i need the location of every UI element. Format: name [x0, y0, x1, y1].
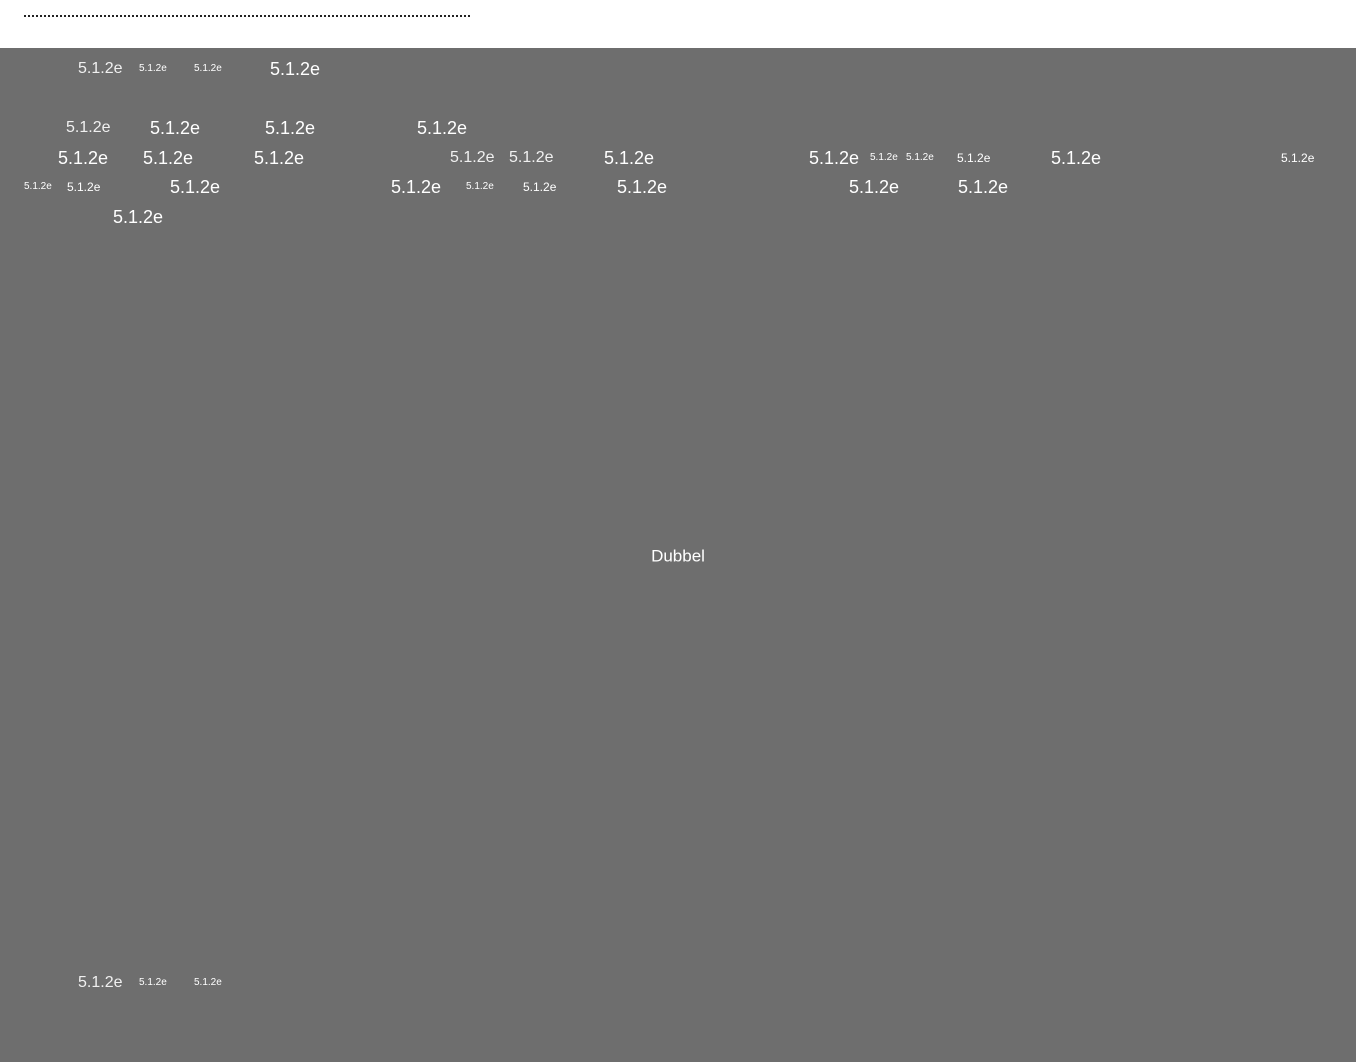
version-label[interactable]: 5.1.2e — [139, 64, 167, 74]
version-label[interactable]: 5.1.2e — [809, 149, 859, 167]
version-label[interactable]: 5.1.2e — [270, 60, 320, 78]
top-bar — [0, 0, 1356, 48]
version-label[interactable]: 5.1.2e — [906, 153, 934, 163]
version-label[interactable]: 5.1.2e — [509, 150, 553, 166]
version-label[interactable]: 5.1.2e — [194, 64, 222, 74]
version-label[interactable]: 5.1.2e — [391, 178, 441, 196]
version-label[interactable]: 5.1.2e — [254, 149, 304, 167]
version-label[interactable]: 5.1.2e — [78, 61, 122, 77]
version-label[interactable]: 5.1.2e — [1051, 149, 1101, 167]
version-label[interactable]: 5.1.2e — [450, 150, 494, 166]
version-label[interactable]: 5.1.2e — [958, 178, 1008, 196]
version-label[interactable]: 5.1.2e — [113, 208, 163, 226]
version-label[interactable]: 5.1.2e — [870, 153, 898, 163]
version-label[interactable]: 5.1.2e — [523, 181, 556, 193]
version-label[interactable]: 5.1.2e — [957, 152, 990, 164]
version-label[interactable]: 5.1.2e — [143, 149, 193, 167]
version-label[interactable]: 5.1.2e — [139, 978, 167, 988]
version-label[interactable]: 5.1.2e — [604, 149, 654, 167]
version-label[interactable]: 5.1.2e — [617, 178, 667, 196]
dotted-progress-line — [24, 15, 470, 17]
version-label[interactable]: 5.1.2e — [67, 181, 100, 193]
version-label[interactable]: 5.1.2e — [66, 120, 110, 136]
version-label[interactable]: 5.1.2e — [150, 119, 200, 137]
version-label[interactable]: 5.1.2e — [58, 149, 108, 167]
version-label[interactable]: 5.1.2e — [265, 119, 315, 137]
version-label[interactable]: 5.1.2e — [194, 978, 222, 988]
version-label[interactable]: 5.1.2e — [170, 178, 220, 196]
version-label[interactable]: 5.1.2e — [466, 182, 494, 192]
version-label[interactable]: 5.1.2e — [849, 178, 899, 196]
center-label: Dubbel — [651, 546, 705, 566]
version-label[interactable]: 5.1.2e — [24, 182, 52, 192]
version-label[interactable]: 5.1.2e — [417, 119, 467, 137]
version-label[interactable]: 5.1.2e — [78, 975, 122, 991]
version-label[interactable]: 5.1.2e — [1281, 152, 1314, 164]
